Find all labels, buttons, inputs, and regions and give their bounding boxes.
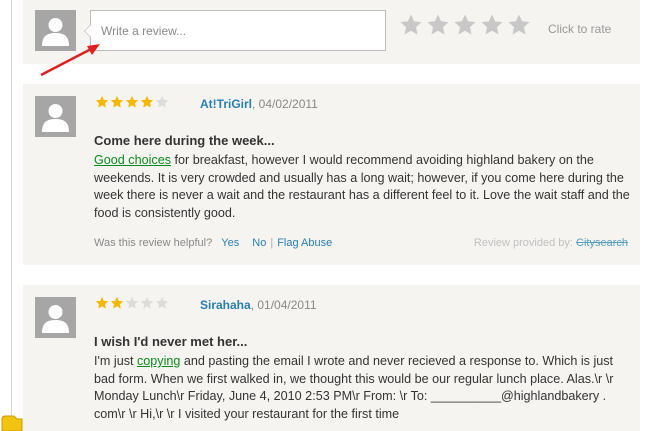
- rate-star-icon[interactable]: [480, 13, 504, 37]
- reviewer-avatar: [35, 96, 76, 137]
- review-source: Review provided by: Citysearch: [474, 237, 628, 249]
- star-empty-icon: [155, 296, 169, 309]
- review-date: , 04/02/2011: [252, 97, 318, 111]
- star-filled-icon: [110, 95, 124, 108]
- rate-stars[interactable]: [399, 13, 531, 37]
- review-meta: At!TriGirl, 04/02/2011: [200, 97, 318, 111]
- review-title: Come here during the week...: [94, 133, 275, 148]
- highlighted-term[interactable]: Good choices: [94, 153, 171, 167]
- reviewer-avatar: [35, 297, 76, 338]
- helpful-no-link[interactable]: No: [252, 237, 266, 249]
- reviewer-name-link[interactable]: At!TriGirl: [200, 97, 252, 111]
- helpful-yes-link[interactable]: Yes: [221, 237, 239, 249]
- star-filled-icon: [95, 296, 109, 309]
- helpful-bar: Was this review helpful? Yes No | Flag Abu…: [94, 237, 332, 249]
- speech-notch: [84, 24, 91, 38]
- person-silhouette-icon: [42, 305, 69, 333]
- highlighted-term[interactable]: copying: [137, 354, 180, 368]
- helpful-prompt: Was this review helpful?: [94, 237, 213, 249]
- review-body-text: for breakfast, however I would recommend…: [94, 153, 630, 220]
- rate-star-icon[interactable]: [507, 13, 531, 37]
- provided-by-label: Review provided by:: [473, 237, 573, 249]
- folder-tab-icon: [1, 415, 23, 431]
- rating-stars: [95, 95, 169, 109]
- rating-stars: [95, 296, 169, 310]
- reviewer-name-link[interactable]: Sirahaha: [200, 298, 251, 312]
- review-body-intro: I'm just: [94, 354, 137, 368]
- left-border-rule: [11, 0, 12, 431]
- star-empty-icon: [125, 296, 139, 309]
- write-review-panel: Click to rate: [23, 0, 640, 64]
- click-to-rate-label: Click to rate: [548, 22, 612, 36]
- rate-star-icon[interactable]: [426, 13, 450, 37]
- rate-star-icon[interactable]: [399, 13, 423, 37]
- star-empty-icon: [140, 296, 154, 309]
- rate-star-icon[interactable]: [453, 13, 477, 37]
- review-input-box[interactable]: [84, 10, 386, 51]
- review-body: I'm just copying and pasting the email I…: [94, 353, 634, 423]
- review-meta: Sirahaha, 01/04/2011: [200, 298, 317, 312]
- review-date: , 01/04/2011: [250, 298, 317, 312]
- annotation-arrow-icon: [40, 44, 100, 77]
- provider-link[interactable]: Citysearch: [576, 237, 628, 249]
- review-body: Good choices for breakfast, however I wo…: [94, 152, 634, 222]
- review-card: At!TriGirl, 04/02/2011 Come here during …: [23, 84, 640, 265]
- person-silhouette-icon: [42, 104, 69, 132]
- star-filled-icon: [110, 296, 124, 309]
- flag-abuse-link[interactable]: Flag Abuse: [277, 237, 332, 249]
- link-separator: |: [270, 237, 274, 249]
- star-filled-icon: [95, 95, 109, 108]
- review-card: Sirahaha, 01/04/2011 I wish I'd never me…: [23, 285, 640, 431]
- star-filled-icon: [125, 95, 139, 108]
- review-input[interactable]: [91, 11, 385, 50]
- star-empty-icon: [155, 95, 169, 108]
- star-filled-icon: [140, 95, 154, 108]
- review-title: I wish I'd never met her...: [94, 334, 248, 349]
